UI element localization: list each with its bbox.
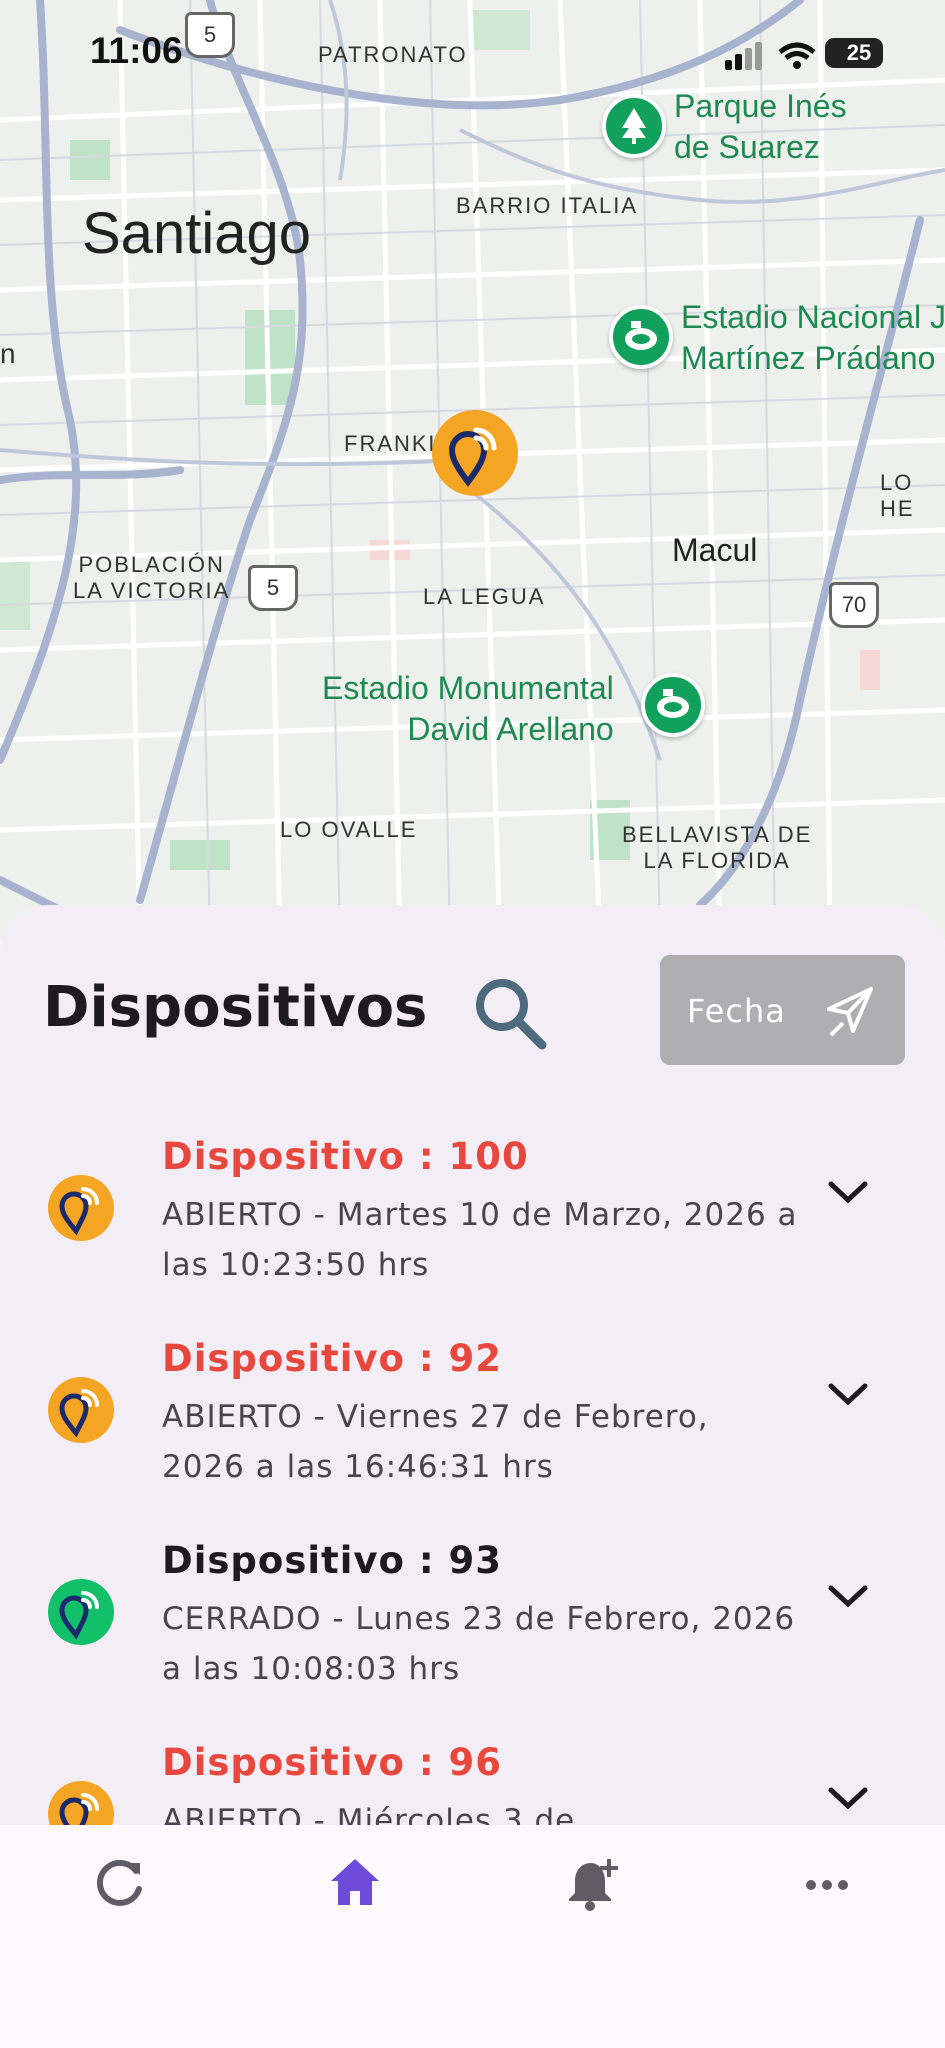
date-filter-button[interactable]: Fecha: [660, 955, 905, 1065]
status-time: 11:06: [90, 30, 183, 71]
chevron-down-icon[interactable]: [825, 1379, 871, 1409]
devices-list[interactable]: Dispositivo : 100 ABIERTO - Martes 10 de…: [0, 1125, 945, 1825]
device-name: Dispositivo : 92: [162, 1337, 502, 1380]
map-label-edge: n: [0, 338, 18, 369]
device-status-icon: [48, 1175, 114, 1241]
map-label-santiago: Santiago: [82, 201, 311, 266]
device-name: Dispositivo : 100: [162, 1135, 529, 1178]
route-shield: 70: [829, 582, 879, 628]
home-icon: [331, 1859, 379, 1905]
device-description: ABIERTO - Martes 10 de Marzo, 2026 a las…: [162, 1197, 798, 1283]
device-row[interactable]: Dispositivo : 92 ABIERTO - Viernes 27 de…: [0, 1327, 945, 1527]
poi-label-monumental[interactable]: Estadio Monumental David Arellano: [322, 668, 614, 750]
more-icon: [806, 1880, 848, 1890]
panel-title: Dispositivos: [43, 975, 428, 1040]
poi-label-parque-1: Parque Inés: [674, 88, 847, 124]
refresh-button[interactable]: [74, 1849, 164, 1919]
poi-label-monumental-1: Estadio Monumental: [322, 670, 614, 706]
bottom-navigation: [0, 1825, 945, 2048]
bell-plus-icon: [569, 1859, 618, 1911]
device-description: CERRADO - Lunes 23 de Febrero, 2026 a la…: [162, 1601, 796, 1687]
device-description: ABIERTO - Miércoles 3 de: [162, 1803, 576, 1825]
home-button[interactable]: [310, 1849, 400, 1919]
battery-indicator: 25: [825, 38, 883, 68]
device-status-icon: [48, 1579, 114, 1645]
poi-label-parque-2: de Suarez: [674, 129, 820, 165]
status-bar: 11:06 25: [0, 0, 945, 100]
map-label-bellavista: BELLAVISTA DE LA FLORIDA: [622, 822, 812, 874]
search-button[interactable]: [465, 968, 555, 1058]
device-name: Dispositivo : 93: [162, 1539, 502, 1582]
map-label-patronato: PATRONATO: [318, 42, 468, 67]
route-shield: 5: [248, 565, 298, 611]
search-icon: [476, 979, 547, 1050]
chevron-down-icon[interactable]: [825, 1581, 871, 1611]
map-label-la-legua: LA LEGUA: [423, 584, 546, 609]
park-pin-icon[interactable]: [602, 94, 666, 158]
device-row[interactable]: Dispositivo : 93 CERRADO - Lunes 23 de F…: [0, 1529, 945, 1729]
map-view[interactable]: 11:06 25 PATRONATO BARRIO ITALIA Santiag…: [0, 0, 945, 940]
map-label-barrio-italia: BARRIO ITALIA: [456, 193, 639, 218]
map-label-bellavista-1: BELLAVISTA DE: [622, 822, 813, 847]
poi-label-estadio-nacional-1: Estadio Nacional J: [681, 299, 945, 335]
add-alert-button[interactable]: [547, 1849, 637, 1919]
battery-level: 25: [846, 40, 872, 65]
poi-label-monumental-2: David Arellano: [407, 711, 614, 747]
send-icon: [827, 987, 873, 1037]
date-filter-label: Fecha: [687, 992, 786, 1030]
device-row[interactable]: Dispositivo : 100 ABIERTO - Martes 10 de…: [0, 1125, 945, 1325]
map-label-macul: Macul: [672, 532, 758, 568]
chevron-down-icon[interactable]: [825, 1783, 871, 1813]
route-shield: 5: [185, 12, 235, 58]
device-description: ABIERTO - Viernes 27 de Febrero, 2026 a …: [162, 1399, 709, 1485]
map-label-poblacion-2: LA VICTORIA: [73, 578, 231, 603]
refresh-icon: [96, 1859, 142, 1906]
poi-label-estadio-nacional[interactable]: Estadio Nacional J Martínez Prádano: [681, 297, 945, 379]
poi-label-estadio-nacional-2: Martínez Prádano: [681, 340, 936, 376]
map-label-lo-ovalle: LO OVALLE: [280, 817, 418, 842]
map-label-poblacion-1: POBLACIÓN: [78, 552, 225, 577]
stadium-pin-icon[interactable]: [609, 305, 673, 369]
device-status-icon: [48, 1377, 114, 1443]
map-label-franklin: FRANKL: [344, 431, 443, 456]
device-row[interactable]: Dispositivo : 96 ABIERTO - Miércoles 3 d…: [0, 1731, 945, 1825]
device-status-icon: [48, 1781, 114, 1825]
device-name: Dispositivo : 96: [162, 1741, 502, 1784]
map-label-lo-he: LO HE: [880, 470, 915, 521]
device-location-pin-icon[interactable]: [432, 410, 518, 496]
map-label-poblacion: POBLACIÓN LA VICTORIA: [73, 552, 230, 604]
map-label-bellavista-2: LA FLORIDA: [643, 848, 791, 873]
more-button[interactable]: [782, 1849, 872, 1919]
stadium-pin-icon[interactable]: [641, 673, 705, 737]
poi-label-parque[interactable]: Parque Inés de Suarez: [674, 86, 847, 168]
chevron-down-icon[interactable]: [825, 1177, 871, 1207]
signal-wifi-icon: [725, 42, 816, 70]
